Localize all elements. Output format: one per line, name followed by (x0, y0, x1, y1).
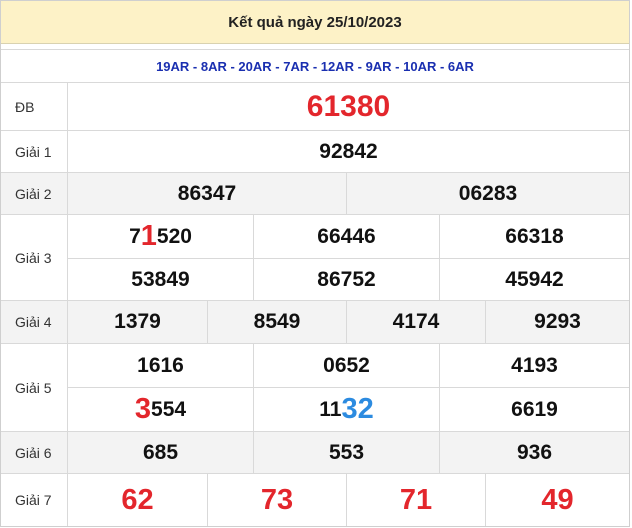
label-prize-1: Giải 1 (1, 131, 68, 172)
prize-3-value: 7 1 520 (68, 215, 253, 258)
prize-7-value: 62 (121, 483, 154, 516)
special-prize-value: 61380 (306, 89, 391, 123)
ticket-codes: 19AR - 8AR - 20AR - 7AR - 12AR - 9AR - 1… (1, 49, 629, 83)
label-prize-2: Giải 2 (1, 173, 68, 214)
prize-2-value: 06283 (346, 173, 629, 214)
prize-5-digits-highlight: 32 (341, 393, 374, 425)
prize-4-value: 9293 (485, 301, 629, 343)
row-prize-6: Giải 6 685 553 936 (1, 432, 629, 474)
prize-5-value: 11 32 (253, 387, 439, 431)
prize-3-value: 86752 (253, 258, 439, 300)
results-title: Kết quả ngày 25/10/2023 (1, 1, 629, 44)
prize-5-value: 4193 (439, 344, 629, 387)
prize-3-digits-prefix: 7 (129, 224, 141, 248)
prize-5-digits-suffix: 554 (151, 397, 187, 421)
prize-7-value: 71 (346, 474, 485, 526)
prize-6-value: 685 (142, 440, 179, 464)
row-prize-1: Giải 1 92842 (1, 131, 629, 173)
label-special-prize: ĐB (1, 83, 68, 130)
prize-4-value: 8549 (207, 301, 346, 343)
row-prize-3: Giải 3 7 1 520 66446 66318 53849 86752 459… (1, 215, 629, 301)
prize-3-digits-suffix: 520 (156, 224, 192, 248)
prize-6-value: 553 (253, 432, 439, 473)
prize-7-value: 49 (485, 474, 629, 526)
prize-5-digits-prefix: 11 (319, 397, 342, 421)
row-prize-2: Giải 2 86347 06283 (1, 173, 629, 215)
prize-5-digits-highlight: 3 (134, 393, 152, 425)
row-special-prize: ĐB 61380 (1, 83, 629, 131)
prize-7-value: 73 (207, 474, 346, 526)
label-prize-3: Giải 3 (1, 215, 68, 300)
label-prize-4: Giải 4 (1, 301, 68, 343)
prize-4-value: 1379 (114, 310, 161, 333)
prize-1-value: 92842 (319, 139, 378, 163)
prize-3-value: 66318 (439, 215, 629, 258)
prize-5-value: 3 554 (68, 387, 253, 431)
prize-3-digits-highlight: 1 (140, 220, 157, 252)
row-prize-4: Giải 4 1379 8549 4174 9293 (1, 301, 629, 344)
row-prize-5: Giải 5 1616 0652 4193 3 554 11 32 6619 (1, 344, 629, 432)
label-prize-6: Giải 6 (1, 432, 68, 473)
label-prize-7: Giải 7 (1, 474, 68, 526)
prize-2-value: 86347 (177, 181, 237, 205)
results-table: Kết quả ngày 25/10/2023 19AR - 8AR - 20A… (0, 0, 630, 527)
prize-4-value: 4174 (346, 301, 485, 343)
prize-3-value: 45942 (439, 258, 629, 300)
prize-6-value: 936 (439, 432, 629, 473)
row-prize-7: Giải 7 62 73 71 49 (1, 474, 629, 526)
prize-5-value: 1616 (137, 353, 184, 377)
prize-5-value: 6619 (439, 387, 629, 431)
prize-5-value: 0652 (253, 344, 439, 387)
prize-3-value: 66446 (253, 215, 439, 258)
label-prize-5: Giải 5 (1, 344, 68, 431)
prize-3-value: 53849 (68, 258, 253, 300)
